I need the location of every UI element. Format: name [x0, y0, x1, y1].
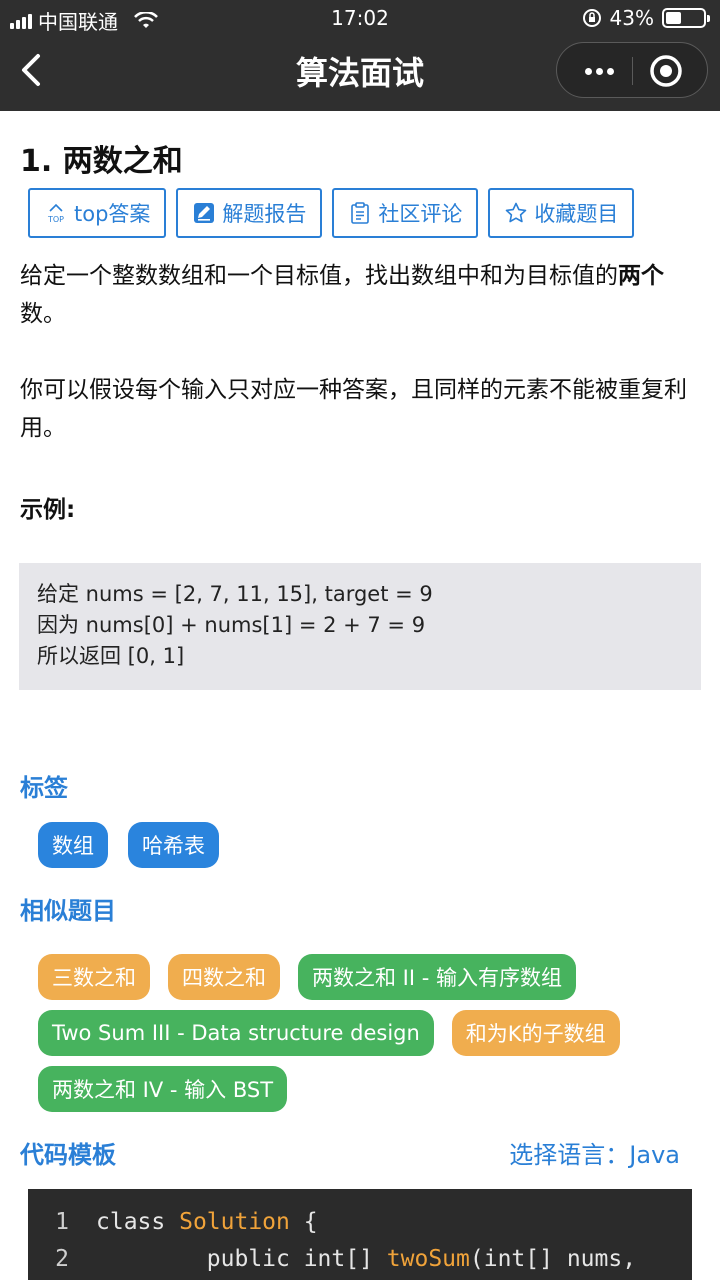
question-title: 1. 两数之和: [20, 144, 183, 179]
close-miniprogram-icon[interactable]: [649, 54, 683, 88]
top-bar: 中国联通 17:02 43% 算法面试: [0, 0, 720, 111]
example-box: 给定 nums = [2, 7, 11, 15], target = 9 因为 …: [19, 563, 701, 690]
code-editor[interactable]: 1 class Solution { 2 public int[] twoSum(…: [28, 1189, 692, 1280]
more-icon[interactable]: [579, 51, 619, 91]
battery-icon: [662, 8, 710, 28]
example-line: 给定 nums = [2, 7, 11, 15], target = 9: [37, 582, 433, 606]
nav-bar: 算法面试: [0, 40, 720, 100]
language-select[interactable]: 选择语言：Java: [509, 1135, 680, 1170]
community-comments-label: 社区评论: [378, 202, 463, 226]
solution-report-label: 解题报告: [222, 202, 307, 226]
line-number: 1: [55, 1209, 69, 1235]
similar-list: 三数之和 四数之和 两数之和 II - 输入有序数组 Two Sum III -…: [38, 954, 698, 1112]
clipboard-icon: [351, 202, 370, 224]
example-line: 因为 nums[0] + nums[1] = 2 + 7 = 9: [37, 613, 426, 637]
code-text: {: [289, 1209, 318, 1235]
similar-problem[interactable]: 四数之和: [168, 954, 280, 1000]
question-description: 给定一个整数数组和一个目标值，找出数组中和为目标值的两个数。: [20, 257, 704, 333]
question-constraint: 你可以假设每个输入只对应一种答案，且同样的元素不能被重复利用。: [20, 377, 687, 441]
example-heading: 示例:: [20, 497, 76, 523]
tag-array[interactable]: 数组: [38, 822, 108, 868]
top-icon: TOP: [47, 203, 64, 224]
similar-problem[interactable]: 两数之和 IV - 输入 BST: [38, 1066, 288, 1112]
description-text: 给定一个整数数组和一个目标值，找出数组中和为目标值的: [20, 263, 618, 289]
tags-heading: 标签: [20, 774, 68, 802]
similar-problem[interactable]: Two Sum III - Data structure design: [38, 1010, 434, 1056]
battery-percent: 43%: [609, 6, 654, 30]
top-answer-label: top答案: [74, 202, 151, 226]
miniprogram-capsule: [556, 42, 708, 98]
top-answer-button[interactable]: TOP top答案: [28, 188, 167, 238]
status-right: 43%: [582, 6, 710, 30]
code-text: class: [96, 1209, 180, 1235]
orientation-lock-icon: [582, 9, 601, 27]
tags-list: 数组 哈希表: [38, 822, 219, 868]
description-bold: 两个: [618, 263, 664, 289]
similar-problem[interactable]: 和为K的子数组: [451, 1010, 620, 1056]
code-line: 1 class Solution {: [28, 1209, 692, 1246]
code-line: 2 public int[] twoSum (int[] nums,: [28, 1246, 692, 1280]
description-end: 数。: [20, 301, 66, 327]
status-bar: 中国联通 17:02 43%: [0, 0, 720, 36]
similar-heading: 相似题目: [20, 897, 116, 925]
code-keyword: twoSum: [386, 1246, 470, 1272]
code-template-heading: 代码模板: [20, 1141, 116, 1169]
battery-fill: [666, 12, 682, 24]
action-buttons: TOP top答案 解题报告 社区评论 收藏题目: [28, 188, 635, 238]
example-line: 所以返回 [0, 1]: [37, 644, 185, 668]
community-comments-button[interactable]: 社区评论: [332, 188, 479, 238]
code-text: (int[] nums,: [469, 1246, 637, 1272]
tag-hash-table[interactable]: 哈希表: [128, 822, 219, 868]
svg-text:TOP: TOP: [47, 215, 64, 224]
favorite-button[interactable]: 收藏题目: [488, 188, 635, 238]
similar-problem[interactable]: 三数之和: [38, 954, 150, 1000]
favorite-label: 收藏题目: [534, 202, 619, 226]
similar-problem[interactable]: 两数之和 II - 输入有序数组: [298, 954, 576, 1000]
star-icon: [506, 202, 527, 223]
code-keyword: Solution: [179, 1209, 290, 1235]
line-number: 2: [55, 1246, 69, 1272]
edit-icon: [194, 203, 215, 223]
capsule-divider: [632, 57, 633, 85]
code-text: public int[]: [96, 1246, 387, 1272]
solution-report-button[interactable]: 解题报告: [176, 188, 323, 238]
